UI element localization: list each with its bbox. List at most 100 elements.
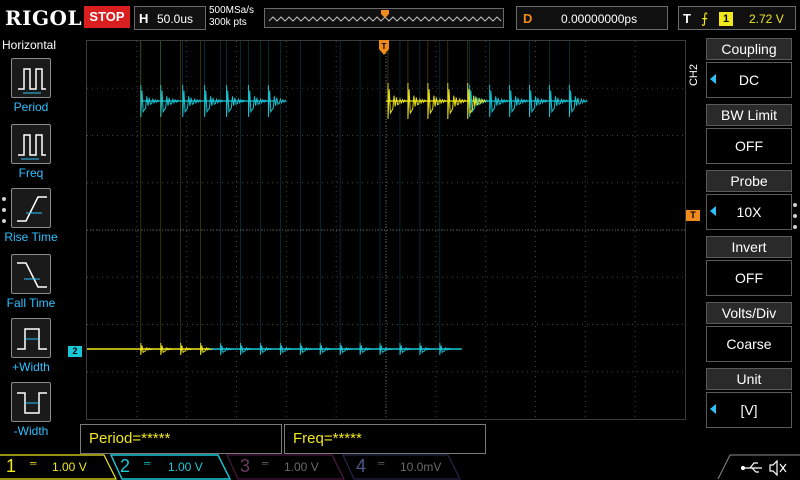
coupling-softkey[interactable]: Coupling DC	[706, 38, 792, 100]
trigger-position-icon	[381, 10, 389, 18]
volts-div-title: Volts/Div	[706, 302, 792, 324]
volts-div-value: Coarse	[706, 326, 792, 362]
ch1-upper-pulse	[427, 41, 447, 120]
ch2-upper-pulse	[182, 41, 202, 118]
ch4-dc-coupling-icon: ═	[378, 458, 385, 468]
measurement-period-result: Period=*****	[80, 424, 282, 454]
ch1-status-tab[interactable]: 1 ═ 1.00 V	[0, 454, 118, 480]
freq-icon	[11, 124, 51, 164]
memory-position-ruler[interactable]	[264, 8, 504, 28]
measure-rise-time-label: Rise Time	[4, 230, 58, 244]
probe-value: 10X	[706, 194, 792, 230]
waveform-display[interactable]	[86, 40, 686, 420]
bw-limit-value: OFF	[706, 128, 792, 164]
svg-text:T: T	[382, 42, 387, 51]
probe-softkey[interactable]: Probe 10X	[706, 170, 792, 232]
measure-period-label: Period	[13, 100, 49, 114]
invert-title: Invert	[706, 236, 792, 258]
rising-edge-icon: ⨍	[701, 10, 709, 26]
timebase-letter: H	[139, 11, 149, 26]
run-stop-indicator[interactable]: STOP	[84, 6, 130, 28]
delay-letter: D	[523, 11, 533, 26]
period-icon	[11, 58, 51, 98]
ch2-upper-pulse	[529, 41, 548, 118]
measure-category-title: Horizontal	[2, 38, 57, 52]
positive-width-icon	[11, 318, 51, 358]
trigger-level-value: 2.72 V	[749, 12, 784, 26]
bw-limit-title: BW Limit	[706, 104, 792, 126]
trigger-position-marker[interactable]: T	[378, 40, 390, 56]
ch2-upper-pulse	[568, 41, 588, 118]
negative-width-icon	[11, 382, 51, 422]
brand-logo: RIGOL	[5, 6, 83, 30]
ch2-scale: 1.00 V	[168, 460, 203, 474]
ch1-upper-pulse	[387, 41, 407, 120]
fall-time-icon	[11, 254, 51, 294]
system-status-area	[706, 454, 800, 480]
unit-title: Unit	[706, 368, 792, 390]
ch4-number: 4	[356, 456, 367, 476]
ch1-upper-pulse	[447, 41, 467, 120]
ch3-number: 3	[240, 456, 251, 476]
rise-time-icon	[11, 188, 51, 228]
timebase-readout[interactable]: H 50.0us	[134, 6, 206, 30]
ch1-number: 1	[6, 456, 17, 476]
measure-positive-width-button[interactable]: +Width	[0, 318, 62, 378]
ch2-dc-coupling-icon: ═	[144, 458, 151, 468]
measurement-freq-result: Freq=*****	[284, 424, 486, 454]
lower-pulse	[359, 41, 373, 356]
channel-status-bar: 1 ═ 1.00 V 2 ═ 1.00 V 3 ═ 1.00 V 4 ═ 10.…	[0, 454, 800, 480]
memory-depth: 300k pts	[209, 17, 247, 28]
ch2-upper-pulse	[489, 41, 509, 118]
timebase-value: 50.0us	[157, 12, 194, 26]
lower-pulse	[399, 41, 413, 356]
ch2-offset-marker[interactable]: 2	[68, 346, 82, 357]
ch2-upper-pulse	[140, 41, 160, 118]
trigger-readout[interactable]: T ⨍ 1 2.72 V	[678, 6, 796, 30]
ch3-scale: 1.00 V	[284, 460, 319, 474]
top-status-bar: RIGOL STOP H 50.0us 500MSa/s 300k pts D …	[0, 0, 800, 36]
measure-negative-width-label: -Width	[13, 424, 49, 438]
measure-period-button[interactable]: Period	[0, 58, 62, 118]
unit-selector-icon	[710, 404, 716, 414]
ch2-status-tab[interactable]: 2 ═ 1.00 V	[110, 454, 232, 480]
channel-menu: Coupling DC BW Limit OFF Probe 10X Inver…	[702, 38, 800, 428]
lower-pulse	[339, 41, 353, 356]
bw-limit-softkey[interactable]: BW Limit OFF	[706, 104, 792, 166]
coupling-selector-icon	[710, 74, 716, 84]
measure-positive-width-label: +Width	[12, 360, 50, 374]
lower-pulse	[439, 41, 453, 356]
ch4-status-tab[interactable]: 4 ═ 10.0mV	[342, 454, 462, 480]
unit-softkey[interactable]: Unit [V]	[706, 368, 792, 430]
memory-ruler-graphic	[268, 10, 502, 22]
ch2-upper-pulse	[247, 41, 267, 118]
ch2-number: 2	[120, 456, 131, 476]
measure-fall-time-button[interactable]: Fall Time	[0, 254, 62, 314]
ch2-upper-pulse	[226, 41, 245, 118]
measure-negative-width-button[interactable]: -Width	[0, 382, 62, 442]
invert-value: OFF	[706, 260, 792, 296]
delay-readout[interactable]: D 0.00000000ps	[516, 6, 668, 30]
measure-menu: Horizontal Period Freq Rise Time Fall Ti…	[0, 36, 62, 454]
delay-value: 0.00000000ps	[561, 12, 638, 26]
measure-freq-button[interactable]: Freq	[0, 124, 62, 184]
ch2-upper-pulse	[160, 41, 180, 118]
ch3-status-tab[interactable]: 3 ═ 1.00 V	[226, 454, 346, 480]
right-page-dots	[793, 203, 797, 236]
lower-pulse	[379, 41, 393, 356]
waveform-plot	[87, 41, 685, 419]
ch2-upper-pulse	[509, 41, 528, 118]
left-page-dots	[2, 197, 6, 230]
ch4-scale: 10.0mV	[400, 460, 442, 474]
invert-softkey[interactable]: Invert OFF	[706, 236, 792, 298]
ch1-upper-pulse	[407, 41, 427, 120]
volts-div-softkey[interactable]: Volts/Div Coarse	[706, 302, 792, 364]
measure-rise-time-button[interactable]: Rise Time	[0, 188, 62, 248]
trigger-level-marker[interactable]: T	[686, 210, 700, 221]
ch2-upper-pulse	[267, 41, 287, 118]
channel-menu-tag: CH2	[688, 64, 700, 87]
ch2-upper-pulse	[548, 41, 568, 118]
speaker-muted-icon	[769, 459, 787, 477]
sample-rate: 500MSa/s	[209, 5, 255, 16]
ch3-dc-coupling-icon: ═	[262, 458, 269, 468]
